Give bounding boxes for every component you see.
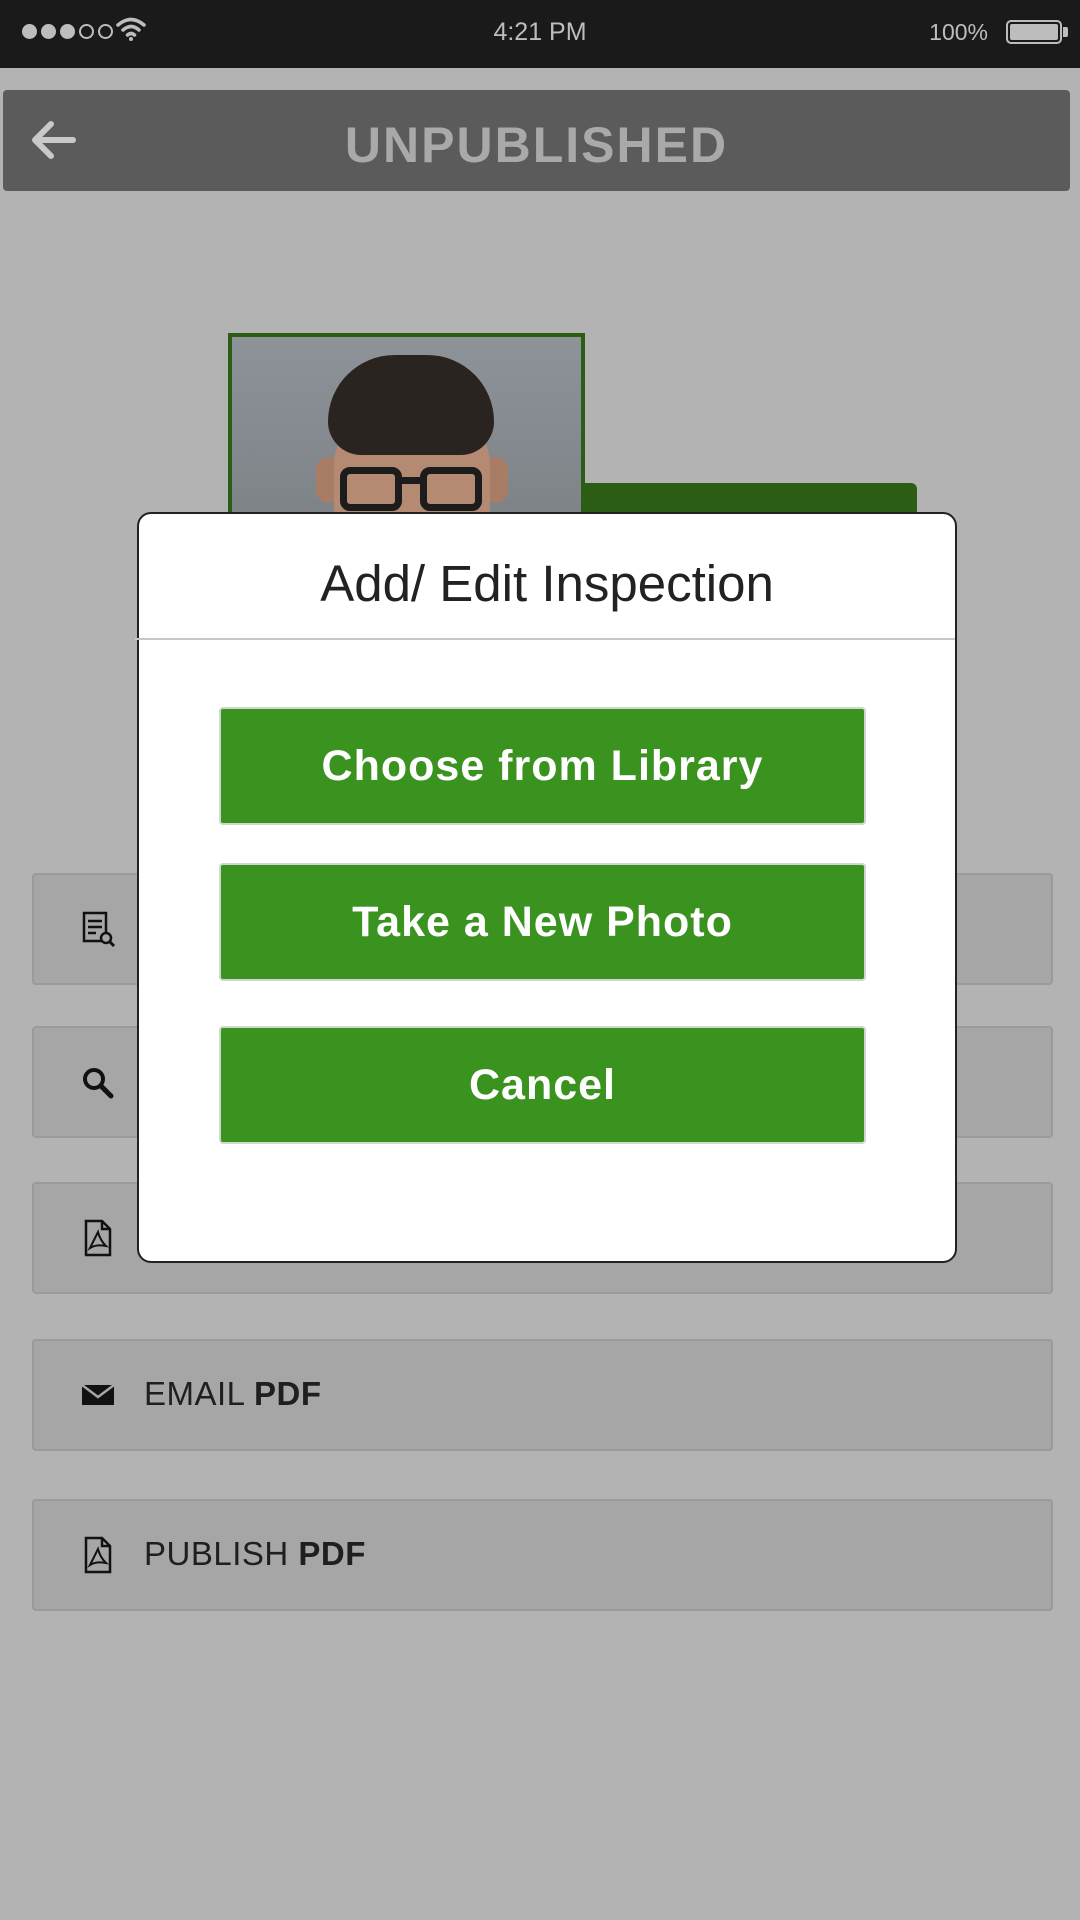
- search-icon: [83, 1068, 114, 1099]
- status-bar: 4:21 PM 100%: [0, 0, 1080, 68]
- top-header: UNPUBLISHED: [3, 90, 1070, 191]
- document-search-icon: [82, 911, 116, 948]
- dialog-divider: [135, 638, 955, 640]
- email-pdf-label: EMAIL PDF: [144, 1375, 322, 1412]
- add-edit-inspection-dialog: Add/ Edit Inspection Choose from Library…: [135, 512, 957, 1263]
- pdf-icon: [84, 1219, 112, 1257]
- cancel-button[interactable]: Cancel: [219, 1026, 866, 1144]
- mail-icon: [81, 1384, 115, 1405]
- pdf-icon: [84, 1536, 112, 1574]
- battery-nub: [1063, 27, 1068, 37]
- publish-pdf-label: PUBLISH PDF: [144, 1535, 366, 1572]
- take-new-photo-button[interactable]: Take a New Photo: [219, 863, 866, 981]
- status-time: 4:21 PM: [493, 18, 587, 46]
- action-row-email-pdf[interactable]: EMAIL PDF: [32, 1339, 1053, 1451]
- action-row-publish-pdf[interactable]: PUBLISH PDF: [32, 1499, 1053, 1611]
- choose-from-library-button[interactable]: Choose from Library: [219, 707, 866, 825]
- battery-icon: [1006, 20, 1062, 44]
- page-title: UNPUBLISHED: [344, 117, 729, 173]
- dialog-title: Add/ Edit Inspection: [320, 555, 774, 612]
- battery-percentage: 100%: [929, 19, 988, 45]
